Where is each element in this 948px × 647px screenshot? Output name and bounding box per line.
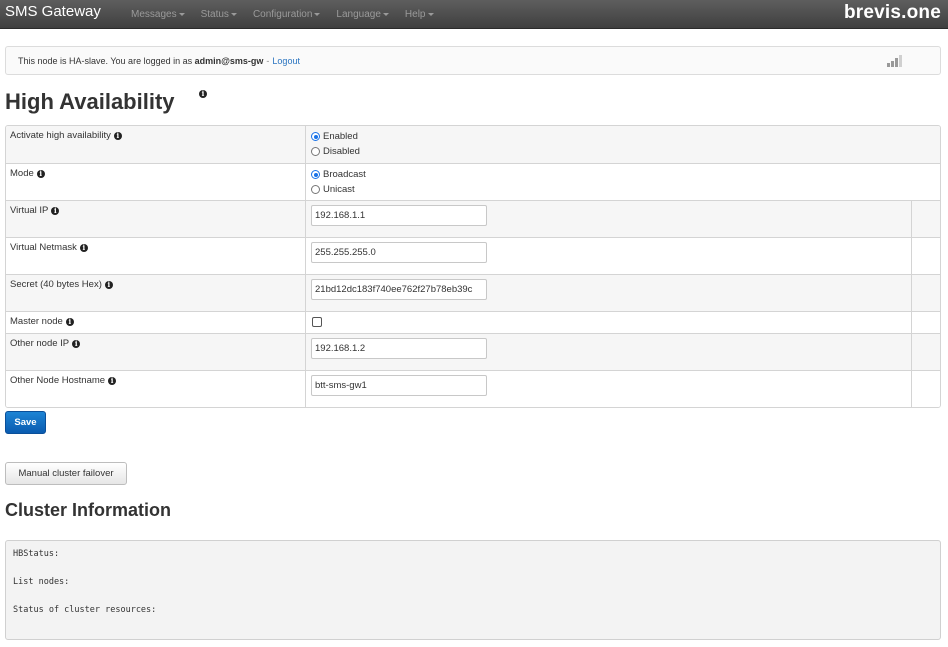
other-ip-input[interactable]: 192.168.1.2: [311, 338, 487, 359]
node-status-text: This node is HA-slave. You are logged in…: [18, 56, 193, 66]
info-icon[interactable]: i: [113, 132, 122, 140]
virtual-ip-label: Virtual IP: [10, 205, 49, 216]
caret-down-icon: [382, 13, 389, 16]
menu-help-label: Help: [404, 9, 426, 20]
ha-disabled-radio[interactable]: [311, 147, 320, 156]
cluster-info-title: Cluster Information: [5, 500, 172, 520]
mode-unicast-label: Unicast: [323, 184, 355, 195]
info-icon[interactable]: i: [104, 281, 113, 289]
virtual-ip-label-cell: Virtual IP i: [6, 201, 306, 237]
mode-unicast-option[interactable]: Unicast: [307, 182, 366, 197]
row-extra-cell: [911, 371, 940, 407]
ha-settings-form: Activate high availability i Enabled Disa…: [5, 125, 941, 408]
cluster-resources-line: Status of cluster resources:: [13, 605, 157, 615]
other-hostname-input[interactable]: btt-sms-gw1: [311, 375, 487, 396]
mode-broadcast-option[interactable]: Broadcast: [307, 167, 366, 182]
master-node-label-cell: Master node i: [6, 312, 306, 333]
other-ip-label: Other node IP: [10, 338, 70, 349]
page-title: High Availability: [5, 89, 175, 114]
login-status: This node is HA-slave. You are logged in…: [18, 56, 300, 66]
caret-down-icon: [178, 13, 185, 16]
menu-configuration-label: Configuration: [252, 9, 313, 20]
netmask-row: Virtual Netmask i 255.255.255.0: [6, 237, 940, 274]
netmask-input[interactable]: 255.255.255.0: [311, 242, 487, 263]
row-extra-cell: [911, 238, 940, 274]
menu-language[interactable]: Language: [336, 0, 389, 29]
row-extra-cell: [911, 201, 940, 237]
secret-row: Secret (40 bytes Hex) i 21bd12dc183f740ee…: [6, 274, 940, 311]
ha-enabled-label: Enabled: [323, 131, 358, 142]
info-icon[interactable]: i: [108, 377, 117, 385]
menu-messages-label: Messages: [131, 9, 177, 20]
manual-failover-button[interactable]: Manual cluster failover: [5, 462, 127, 485]
netmask-label-cell: Virtual Netmask i: [6, 238, 306, 274]
mode-unicast-radio[interactable]: [311, 185, 320, 194]
status-bar: This node is HA-slave. You are logged in…: [5, 46, 941, 75]
ha-activate-label: Activate high availability: [10, 130, 111, 141]
menu-help[interactable]: Help: [405, 0, 434, 29]
info-icon[interactable]: i: [79, 244, 88, 252]
info-icon[interactable]: i: [36, 170, 45, 178]
other-hostname-label: Other Node Hostname: [10, 375, 106, 386]
other-hostname-row: Other Node Hostname i btt-sms-gw1: [6, 370, 940, 407]
ha-activate-label-cell: Activate high availability i: [6, 126, 306, 163]
brand-logo: brevis.one: [843, 2, 941, 23]
info-icon[interactable]: i: [72, 340, 81, 348]
other-ip-label-cell: Other node IP i: [6, 334, 306, 370]
ha-disabled-label: Disabled: [323, 146, 360, 157]
ha-enabled-radio[interactable]: [311, 132, 320, 141]
secret-label-cell: Secret (40 bytes Hex) i: [6, 275, 306, 311]
menu-language-label: Language: [336, 9, 381, 20]
ha-activate-options: Enabled Disabled: [307, 126, 360, 163]
virtual-ip-row: Virtual IP i 192.168.1.1: [6, 200, 940, 237]
master-node-row: Master node i: [6, 311, 940, 333]
menu-status[interactable]: Status: [201, 0, 237, 29]
logout-link[interactable]: Logout: [272, 56, 300, 66]
save-button[interactable]: Save: [5, 411, 46, 434]
mode-broadcast-radio[interactable]: [311, 170, 320, 179]
top-navbar: SMS Gateway Messages Status Configuratio…: [0, 0, 948, 29]
mode-row: Mode i Broadcast Unicast: [6, 163, 940, 200]
secret-label: Secret (40 bytes Hex): [10, 279, 102, 290]
signal-strength-icon: [887, 55, 907, 67]
ha-enabled-option[interactable]: Enabled: [307, 129, 360, 144]
master-node-checkbox[interactable]: [312, 317, 322, 327]
mode-label-cell: Mode i: [6, 164, 306, 200]
main-menu: Messages Status Configuration Language H…: [131, 0, 450, 29]
mode-label: Mode: [10, 168, 34, 179]
logged-in-user: admin@sms-gw: [194, 56, 264, 66]
menu-configuration[interactable]: Configuration: [252, 0, 321, 29]
row-extra-cell: [911, 312, 940, 333]
row-extra-cell: [911, 334, 940, 370]
menu-status-label: Status: [200, 9, 229, 20]
info-icon[interactable]: i: [65, 318, 74, 326]
cluster-info-output: HBStatus: List nodes: Status of cluster …: [5, 540, 941, 640]
info-icon[interactable]: i: [51, 207, 60, 215]
status-separator: -: [266, 56, 270, 66]
caret-down-icon: [230, 13, 237, 16]
caret-down-icon: [427, 13, 434, 16]
other-ip-row: Other node IP i 192.168.1.2: [6, 333, 940, 370]
ha-disabled-option[interactable]: Disabled: [307, 144, 360, 159]
info-icon[interactable]: i: [199, 90, 207, 98]
caret-down-icon: [314, 13, 321, 16]
hb-status-line: HBStatus:: [13, 549, 60, 559]
secret-input[interactable]: 21bd12dc183f740ee762f27b78eb39c: [311, 279, 487, 300]
menu-messages[interactable]: Messages: [131, 0, 185, 29]
virtual-ip-input[interactable]: 192.168.1.1: [311, 205, 487, 226]
master-node-label: Master node: [10, 316, 63, 327]
mode-broadcast-label: Broadcast: [323, 169, 366, 180]
list-nodes-line: List nodes:: [13, 577, 70, 587]
row-extra-cell: [911, 275, 940, 311]
ha-activate-row: Activate high availability i Enabled Disa…: [6, 126, 940, 163]
netmask-label: Virtual Netmask: [10, 242, 77, 253]
mode-options: Broadcast Unicast: [307, 164, 366, 200]
app-brand[interactable]: SMS Gateway: [5, 3, 101, 20]
other-hostname-label-cell: Other Node Hostname i: [6, 371, 306, 407]
